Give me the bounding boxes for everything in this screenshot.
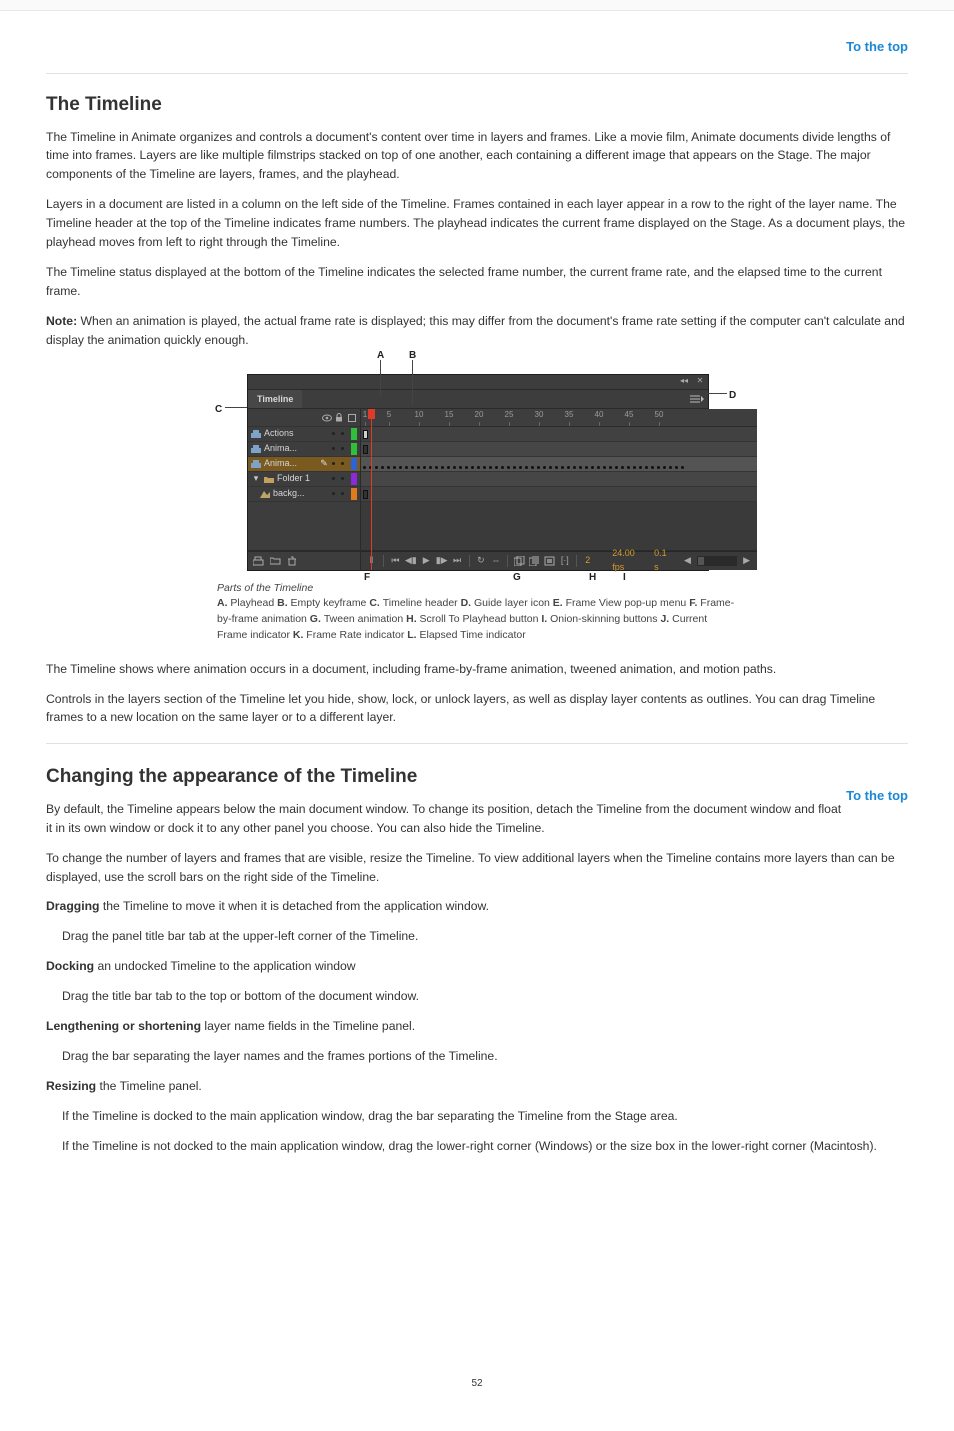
close-icon[interactable]: ✕	[695, 378, 705, 386]
layer-icon	[251, 444, 261, 454]
body-paragraph: By default, the Timeline appears below t…	[46, 800, 908, 838]
layer-empty-area	[248, 502, 360, 551]
body-paragraph: The Timeline in Animate organizes and co…	[46, 128, 908, 185]
callout-label: C	[215, 402, 222, 418]
mask-layer-icon	[260, 489, 270, 499]
layer-name: Anima...	[264, 442, 316, 456]
body-paragraph: Layers in a document are listed in a col…	[46, 195, 908, 252]
layer-row-selected[interactable]: Anima... ✎	[248, 457, 360, 472]
page-topbar	[0, 0, 954, 11]
keyframe-icon	[363, 490, 368, 499]
layer-row[interactable]: Anima...	[248, 442, 360, 457]
empty-keyframe-icon	[363, 430, 368, 439]
callout-label: G	[513, 570, 521, 586]
layer-color	[351, 443, 357, 455]
to-top-link[interactable]: To the top	[846, 786, 908, 806]
layer-name: backg...	[273, 487, 325, 501]
track-selected[interactable]	[361, 457, 757, 472]
keyframe-icon	[363, 445, 368, 454]
first-frame-icon[interactable]: ⏮	[390, 555, 401, 567]
panel-menu-icon[interactable]	[688, 394, 708, 404]
loop-icon[interactable]: ↻	[475, 555, 486, 567]
play-icon[interactable]: ▶	[421, 555, 432, 567]
frames-footer: ‖ ⏮ ◀▮ ▶ ▮▶ ⏭ ↻ ⇔	[361, 551, 757, 570]
action-sub: Drag the panel title bar tab at the uppe…	[62, 927, 908, 946]
action-sub: Drag the bar separating the layer names …	[62, 1047, 908, 1066]
new-folder-icon[interactable]	[269, 555, 281, 567]
step-forward-icon[interactable]: ▮▶	[436, 555, 448, 567]
modify-onion-markers-icon[interactable]: [·]	[559, 555, 570, 567]
outline-icon[interactable]	[348, 413, 356, 421]
action-item: Dragging the Timeline to move it when it…	[46, 897, 908, 916]
action-sub: If the Timeline is not docked to the mai…	[62, 1137, 908, 1156]
layer-icon	[251, 459, 261, 469]
section-title: Changing the appearance of the Timeline	[46, 762, 908, 791]
page-number: 52	[46, 1376, 908, 1392]
layer-color	[351, 458, 357, 470]
timeline-tab[interactable]: Timeline	[248, 390, 302, 408]
folder-icon	[264, 474, 274, 484]
lock-icon[interactable]	[335, 413, 343, 421]
eye-icon[interactable]	[322, 413, 330, 421]
layer-header	[248, 409, 360, 427]
action-item: Resizing the Timeline panel.	[46, 1077, 908, 1096]
onion-skin-icon[interactable]	[514, 555, 525, 567]
layer-folder-row[interactable]: ▾ Folder 1	[248, 472, 360, 487]
to-top-link[interactable]: To the top	[846, 37, 908, 57]
callout-label: H	[589, 570, 596, 586]
layer-name: Anima...	[264, 457, 316, 471]
scroll-left-icon[interactable]: ◀	[682, 555, 693, 567]
callout-label: F	[364, 570, 370, 586]
action-sub: Drag the title bar tab to the top or bot…	[62, 987, 908, 1006]
onion-skin-outlines-icon[interactable]	[529, 555, 540, 567]
track[interactable]	[361, 472, 757, 487]
timeline-figure: A B C D E F G H I	[197, 374, 757, 571]
timeline-header[interactable]: 15101520253035404550	[361, 409, 757, 427]
playhead[interactable]	[371, 409, 372, 570]
layer-footer	[248, 551, 360, 570]
chevron-down-icon[interactable]: ▾	[251, 474, 261, 484]
body-paragraph: Controls in the layers section of the Ti…	[46, 690, 908, 728]
section-divider	[46, 73, 908, 74]
last-frame-icon[interactable]: ⏭	[452, 555, 463, 567]
track[interactable]	[361, 427, 757, 442]
layer-color	[351, 473, 357, 485]
note-paragraph: Note: When an animation is played, the a…	[46, 312, 908, 350]
callout-label: D	[729, 388, 736, 404]
frame-rate-indicator: 24.00 fps	[610, 547, 648, 575]
delete-layer-icon[interactable]	[286, 555, 298, 567]
layer-color	[351, 488, 357, 500]
loop-range-icon[interactable]: ⇔	[490, 555, 501, 567]
layer-name: Folder 1	[277, 472, 329, 486]
action-item: Docking an undocked Timeline to the appl…	[46, 957, 908, 976]
elapsed-time-indicator: 0.1 s	[652, 547, 674, 575]
current-frame-indicator: 2	[583, 554, 592, 568]
layer-row[interactable]: backg...	[248, 487, 360, 502]
section-title: The Timeline	[46, 90, 908, 119]
new-layer-icon[interactable]	[252, 555, 264, 567]
scroll-right-icon[interactable]: ▶	[741, 555, 752, 567]
body-paragraph: To change the number of layers and frame…	[46, 849, 908, 887]
edit-multiple-frames-icon[interactable]	[544, 555, 555, 567]
collapse-icon[interactable]: ◂◂	[679, 378, 689, 386]
track[interactable]	[361, 442, 757, 457]
guide-layer-icon: ✎	[319, 459, 329, 469]
figure-caption: Parts of the Timeline A. Playhead B. Emp…	[217, 581, 737, 644]
layer-icon	[251, 429, 261, 439]
action-sub: If the Timeline is docked to the main ap…	[62, 1107, 908, 1126]
step-back-icon[interactable]: ◀▮	[405, 555, 417, 567]
layer-name: Actions	[264, 427, 316, 441]
frames-empty-area	[361, 502, 757, 551]
action-item: Lengthening or shortening layer name fie…	[46, 1017, 908, 1036]
layer-row[interactable]: Actions	[248, 427, 360, 442]
body-paragraph: The Timeline shows where animation occur…	[46, 660, 908, 679]
section-divider	[46, 743, 908, 744]
layer-color	[351, 428, 357, 440]
horizontal-scrollbar[interactable]	[697, 556, 737, 566]
track[interactable]	[361, 487, 757, 502]
body-paragraph: The Timeline status displayed at the bot…	[46, 263, 908, 301]
